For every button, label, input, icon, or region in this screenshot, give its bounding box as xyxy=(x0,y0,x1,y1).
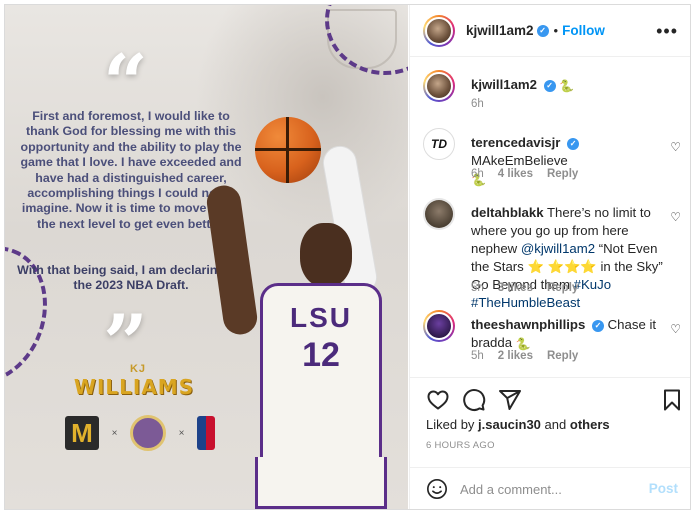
signature-kj: KJ xyxy=(129,363,147,375)
post-timestamp[interactable]: 6 HOURS AGO xyxy=(426,440,495,451)
comment-username[interactable]: deltahblakk xyxy=(471,205,544,220)
player-arm-left xyxy=(204,183,260,337)
player-jersey: LSU 12 xyxy=(260,283,382,463)
star-emoji-icon: ⭐ xyxy=(527,259,544,274)
emoji-icon[interactable] xyxy=(426,478,448,500)
commenter-avatar[interactable] xyxy=(423,198,455,230)
liked-by-prefix: Liked by xyxy=(426,417,475,432)
comment-composer: Post xyxy=(410,467,690,509)
lsu-tiger-logo xyxy=(130,415,166,451)
caption-time[interactable]: 6h xyxy=(471,98,484,110)
liked-by-line: Liked by j.saucin30 and others xyxy=(426,417,610,432)
comment-meta: 5h 3 likes Reply xyxy=(471,282,578,294)
author-username[interactable]: kjwill1am2 xyxy=(466,23,534,38)
player-illustration: LSU 12 xyxy=(204,105,405,509)
comments-list: kjwill1am2 ✓ 🐍 6h TD terencedavisjr ✓ MA… xyxy=(410,58,690,376)
comment-item: deltahblakk There’s no limit to where yo… xyxy=(423,198,685,310)
comment-like-heart-icon[interactable]: ♡ xyxy=(670,140,681,154)
star-emoji-icon: ⭐⭐⭐ xyxy=(547,259,597,274)
comment-body: theeshawnphillips ✓ Chase it bradda 🐍 xyxy=(471,316,667,353)
comment-text: MAkeEmBelieve xyxy=(471,153,568,168)
hashtag-link[interactable]: #TheHumbleBeast xyxy=(471,295,580,310)
jersey-number: 12 xyxy=(302,336,340,374)
snake-emoji-icon: 🐍 xyxy=(559,78,575,93)
post-side-panel: kjwill1am2 ✓ • Follow ••• kjwill1am2 ✓ 🐍… xyxy=(409,5,690,509)
verified-icon: ✓ xyxy=(543,79,556,92)
bookmark-icon[interactable] xyxy=(660,388,684,412)
logo-row: M × × xyxy=(65,413,215,453)
liked-by-user[interactable]: j.saucin30 xyxy=(478,417,541,432)
jersey-lsu-text: LSU xyxy=(290,302,352,333)
comment-meta: 6h 4 likes Reply xyxy=(471,168,578,180)
reply-button[interactable]: Reply xyxy=(547,350,578,362)
comment-time[interactable]: 6h xyxy=(471,168,484,180)
caption-username[interactable]: kjwill1am2 xyxy=(471,77,537,92)
liked-by-and: and xyxy=(544,417,567,432)
logo-separator: × xyxy=(178,427,185,439)
comment-like-heart-icon[interactable]: ♡ xyxy=(670,210,681,224)
share-icon[interactable] xyxy=(498,388,522,412)
caption-body: kjwill1am2 ✓ 🐍 xyxy=(471,76,667,95)
action-bar xyxy=(410,377,690,421)
post-header: kjwill1am2 ✓ • Follow ••• xyxy=(410,5,690,57)
reply-button[interactable]: Reply xyxy=(547,168,578,180)
comment-body: deltahblakk There’s no limit to where yo… xyxy=(471,204,667,312)
instagram-post-modal: “ First and foremost, I would like to th… xyxy=(4,4,691,510)
comment-likes[interactable]: 2 likes xyxy=(498,350,533,362)
caption-item: kjwill1am2 ✓ 🐍 6h xyxy=(423,70,685,120)
comment-item: theeshawnphillips ✓ Chase it bradda 🐍 5h… xyxy=(423,310,685,368)
basketball xyxy=(255,117,321,183)
comment-like-heart-icon[interactable]: ♡ xyxy=(670,322,681,336)
comment-input[interactable] xyxy=(460,479,640,499)
author-avatar[interactable] xyxy=(423,14,455,47)
reply-button[interactable]: Reply xyxy=(547,282,578,294)
more-options-icon[interactable]: ••• xyxy=(656,21,678,42)
comment-username[interactable]: theeshawnphillips xyxy=(471,317,585,332)
caption-meta: 6h xyxy=(471,98,484,110)
comment-likes[interactable]: 4 likes xyxy=(498,168,533,180)
verified-icon: ✓ xyxy=(567,137,580,150)
verified-icon: ✓ xyxy=(591,319,604,332)
murray-state-logo: M xyxy=(65,416,99,450)
commenter-avatar[interactable]: TD xyxy=(423,128,455,160)
author-avatar[interactable] xyxy=(423,70,455,102)
comment-item: TD terencedavisjr ✓ MAkeEmBelieve 🐍 6h 4… xyxy=(423,128,685,189)
commenter-avatar[interactable] xyxy=(423,310,455,342)
comment-icon[interactable] xyxy=(462,388,486,412)
hashtag-link[interactable]: #KuJo xyxy=(574,277,611,292)
comment-body: terencedavisjr ✓ MAkeEmBelieve 🐍 xyxy=(471,134,667,189)
comment-time[interactable]: 5h xyxy=(471,350,484,362)
player-shorts xyxy=(255,457,387,509)
liked-by-others[interactable]: others xyxy=(570,417,610,432)
comment-username[interactable]: terencedavisjr xyxy=(471,135,560,150)
player-head xyxy=(300,223,352,287)
mention-link[interactable]: @kjwill1am2 xyxy=(521,241,595,256)
comment-likes[interactable]: 3 likes xyxy=(498,282,533,294)
post-comment-button[interactable]: Post xyxy=(649,481,678,496)
follow-button[interactable]: Follow xyxy=(562,23,605,38)
post-image: “ First and foremost, I would like to th… xyxy=(5,5,408,509)
signature-name: WILLIAMS xyxy=(73,375,195,399)
comment-time[interactable]: 5h xyxy=(471,282,484,294)
logo-separator: × xyxy=(111,427,118,439)
verified-icon: ✓ xyxy=(536,24,549,37)
comment-meta: 5h 2 likes Reply xyxy=(471,350,578,362)
separator-dot: • xyxy=(553,23,559,38)
like-heart-icon[interactable] xyxy=(426,388,450,412)
